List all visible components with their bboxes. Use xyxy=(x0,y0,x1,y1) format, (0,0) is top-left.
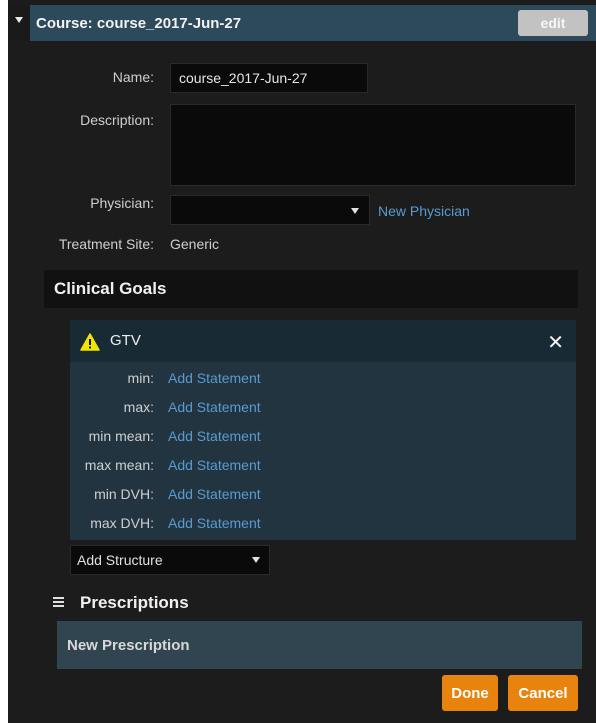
statement-label: max mean: xyxy=(84,457,154,473)
clinical-goals-title: Clinical Goals xyxy=(54,279,167,298)
physician-select[interactable] xyxy=(170,195,370,225)
warning-icon xyxy=(80,333,100,351)
name-field[interactable]: course_2017-Jun-27 xyxy=(170,63,368,93)
name-label: Name: xyxy=(112,69,154,85)
done-button[interactable]: Done xyxy=(442,675,498,711)
new-prescription-button[interactable]: New Prescription xyxy=(57,621,582,669)
statement-label: min: xyxy=(127,370,154,386)
collapse-toggle[interactable] xyxy=(8,5,30,41)
statement-label: min mean: xyxy=(88,428,154,444)
structure-name: GTV xyxy=(110,332,141,349)
add-statement-link[interactable]: Add Statement xyxy=(168,457,261,473)
add-structure-select[interactable]: Add Structure xyxy=(70,545,270,575)
statement-label: min DVH: xyxy=(94,486,154,502)
chevron-down-icon[interactable] xyxy=(351,208,359,214)
add-structure-label: Add Structure xyxy=(77,552,163,568)
add-statement-link[interactable]: Add Statement xyxy=(168,399,261,415)
description-label: Description: xyxy=(80,112,154,128)
prescriptions-header: Prescriptions xyxy=(53,590,353,616)
treatment-site-label: Treatment Site: xyxy=(58,236,154,252)
structure-goal-panel: GTV ✕ min: Add Statement max: Add Statem… xyxy=(70,320,576,540)
statement-label: max DVH: xyxy=(90,515,154,531)
close-icon[interactable]: ✕ xyxy=(547,330,564,355)
cancel-button[interactable]: Cancel xyxy=(508,675,578,711)
chevron-down-icon[interactable] xyxy=(252,557,260,563)
new-prescription-label: New Prescription xyxy=(67,636,190,654)
add-statement-link[interactable]: Add Statement xyxy=(168,515,261,531)
hamburger-icon[interactable] xyxy=(53,597,64,608)
add-statement-link[interactable]: Add Statement xyxy=(168,486,261,502)
add-statement-link[interactable]: Add Statement xyxy=(168,428,261,444)
caret-down-icon[interactable] xyxy=(15,17,23,23)
description-field[interactable] xyxy=(170,104,576,186)
course-title: Course: course_2017-Jun-27 xyxy=(36,15,242,32)
physician-label: Physician: xyxy=(90,195,154,211)
treatment-site-value: Generic xyxy=(170,236,220,252)
new-physician-link[interactable]: New Physician xyxy=(378,203,470,219)
edit-button[interactable]: edit xyxy=(518,10,588,36)
structure-goal-header: GTV ✕ xyxy=(70,320,576,362)
prescriptions-title: Prescriptions xyxy=(80,593,189,612)
statement-label: max: xyxy=(123,399,154,415)
add-statement-link[interactable]: Add Statement xyxy=(168,370,261,386)
clinical-goals-header: Clinical Goals xyxy=(44,270,578,308)
course-header: Course: course_2017-Jun-27 edit xyxy=(8,5,596,41)
